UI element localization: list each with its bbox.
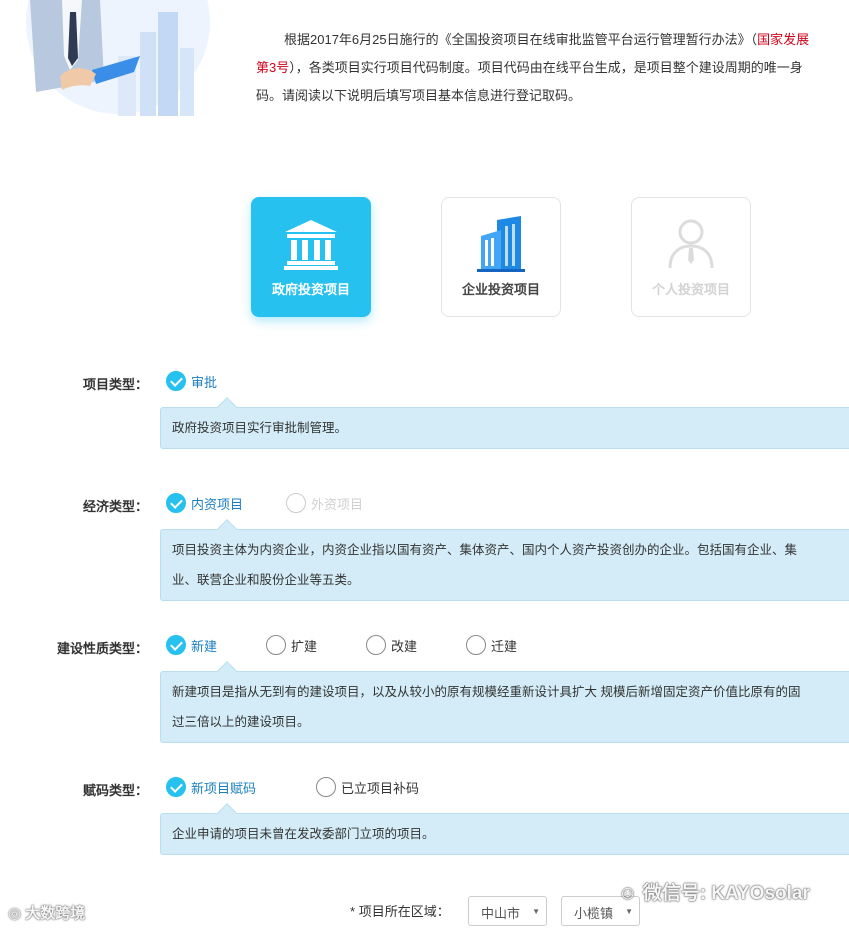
radio-icon	[286, 493, 306, 513]
option-label: 扩建	[291, 638, 318, 654]
description-text-line-2: 过三倍以上的建设项目。	[172, 715, 310, 729]
option-label: 新项目赋码	[191, 780, 257, 796]
checked-radio-icon	[166, 777, 186, 797]
wechat-icon: ☺	[618, 883, 643, 904]
option-label: 审批	[191, 374, 218, 390]
construction-type-option-expand[interactable]: 扩建	[266, 635, 317, 655]
option-label: 外资项目	[311, 496, 364, 512]
construction-type-label: 建设性质类型：	[56, 641, 148, 656]
government-building-icon	[284, 220, 338, 270]
code-type-option-supplement[interactable]: 已立项目补码	[316, 777, 419, 797]
checked-radio-icon	[166, 371, 186, 391]
construction-type-option-new[interactable]: 新建	[166, 635, 217, 655]
project-type-label: 项目类型：	[82, 377, 148, 392]
office-building-icon	[477, 216, 525, 272]
option-label: 已立项目补码	[341, 780, 420, 796]
watermark-right-text: 微信号: KAYOsolar	[642, 883, 810, 904]
pointer-arrow	[217, 803, 237, 823]
economic-type-option-domestic[interactable]: 内资项目	[166, 493, 243, 513]
construction-type-description: 新建项目是指从无到有的建设项目，以及从较小的原有规模经重新设计具扩大 规模后新增…	[160, 661, 849, 743]
intro-line-3: 码。请阅读以下说明后填写项目基本信息进行登记取码。	[256, 88, 582, 103]
project-type-description: 政府投资项目实行审批制管理。	[160, 397, 849, 449]
option-label: 内资项目	[191, 496, 244, 512]
required-mark: *	[350, 904, 356, 919]
chevron-down-icon: ▼	[532, 907, 540, 916]
city-select[interactable]: 中山市 ▼	[468, 896, 547, 926]
category-card-government[interactable]: 政府投资项目	[251, 197, 371, 317]
city-select-value: 中山市	[481, 906, 521, 921]
description-text: 企业申请的项目未曾在发改委部门立项的项目。	[172, 827, 435, 841]
intro-line-2: 第3号），各类项目实行项目代码制度。项目代码由在线平台生成，是项目整个建设周期的…	[256, 54, 849, 82]
intro-line-2-text: ），各类项目实行项目代码制度。项目代码由在线平台生成，是项目整个建设周期的唯一身	[289, 60, 803, 75]
description-text: 政府投资项目实行审批制管理。	[172, 421, 348, 435]
town-select-value: 小榄镇	[574, 906, 614, 921]
code-type-description: 企业申请的项目未曾在发改委部门立项的项目。	[160, 803, 849, 855]
watermark-logo-icon: ◎	[8, 905, 26, 922]
region-label-text: 项目所在区域：	[358, 904, 450, 919]
person-icon	[668, 219, 714, 269]
category-label: 个人投资项目	[651, 282, 730, 297]
option-label: 改建	[391, 638, 418, 654]
radio-icon	[366, 635, 386, 655]
radio-icon	[316, 777, 336, 797]
option-label: 新建	[191, 638, 218, 654]
regulation-link-part-2[interactable]: 第3号	[256, 60, 289, 75]
category-card-enterprise[interactable]: 企业投资项目	[441, 197, 561, 317]
description-text-line-2: 业、联营企业和股份企业等五类。	[172, 573, 360, 587]
watermark-right: ☺ 微信号: KAYOsolar	[618, 878, 810, 905]
checked-radio-icon	[166, 493, 186, 513]
pointer-arrow	[217, 397, 237, 417]
option-label: 迁建	[491, 638, 518, 654]
watermark-left: ◎ 大数跨境	[8, 902, 85, 923]
description-text-line-1: 新建项目是指从无到有的建设项目，以及从较小的原有规模经重新设计具扩大 规模后新增…	[172, 685, 801, 699]
construction-type-option-relocate[interactable]: 迁建	[466, 635, 517, 655]
chevron-down-icon: ▼	[625, 907, 633, 916]
regulation-link-part-1[interactable]: 国家发展	[757, 32, 809, 47]
economic-type-option-foreign: 外资项目	[286, 493, 363, 513]
region-label: * 项目所在区域：	[350, 901, 450, 920]
watermark-left-text: 大数跨境	[25, 905, 86, 922]
category-card-personal: 个人投资项目	[631, 197, 751, 317]
category-label: 企业投资项目	[461, 282, 540, 297]
intro-text: 根据2017年6月25日施行的《全国投资项目在线审批监管平台运行管理暂行办法》（…	[256, 26, 849, 110]
economic-type-description: 项目投资主体为内资企业，内资企业指以国有资产、集体资产、国内个人资产投资创办的企…	[160, 519, 849, 601]
checked-radio-icon	[166, 635, 186, 655]
intro-line-1-text: 根据2017年6月25日施行的《全国投资项目在线审批监管平台运行管理暂行办法》（	[284, 32, 758, 47]
code-type-label: 赋码类型：	[82, 783, 148, 798]
header-illustration	[0, 0, 210, 118]
radio-icon	[466, 635, 486, 655]
radio-icon	[266, 635, 286, 655]
description-text-line-1: 项目投资主体为内资企业，内资企业指以国有资产、集体资产、国内个人资产投资创办的企…	[172, 543, 798, 557]
intro-line-1: 根据2017年6月25日施行的《全国投资项目在线审批监管平台运行管理暂行办法》（…	[256, 26, 849, 54]
construction-type-option-rebuild[interactable]: 改建	[366, 635, 417, 655]
economic-type-label: 经济类型：	[82, 499, 148, 514]
project-type-option-approval[interactable]: 审批	[166, 371, 217, 391]
code-type-option-new[interactable]: 新项目赋码	[166, 777, 256, 797]
category-label: 政府投资项目	[271, 282, 350, 297]
